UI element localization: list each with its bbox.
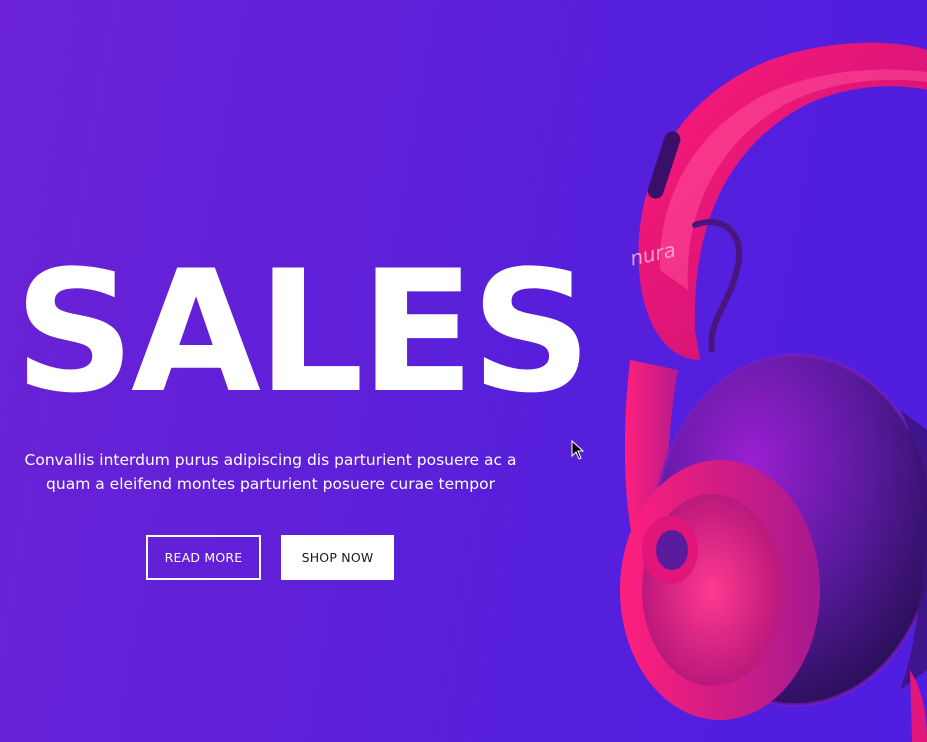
hero-headline: SALES [14, 234, 592, 430]
hero-banner: SALES Convallis interdum purus adipiscin… [0, 0, 927, 742]
headphones-image: nura [620, 42, 927, 742]
shop-now-button[interactable]: SHOP NOW [281, 535, 394, 580]
hero-description: Convallis interdum purus adipiscing dis … [24, 451, 517, 493]
mouse-cursor-icon [571, 440, 585, 460]
read-more-button[interactable]: READ MORE [146, 535, 261, 580]
